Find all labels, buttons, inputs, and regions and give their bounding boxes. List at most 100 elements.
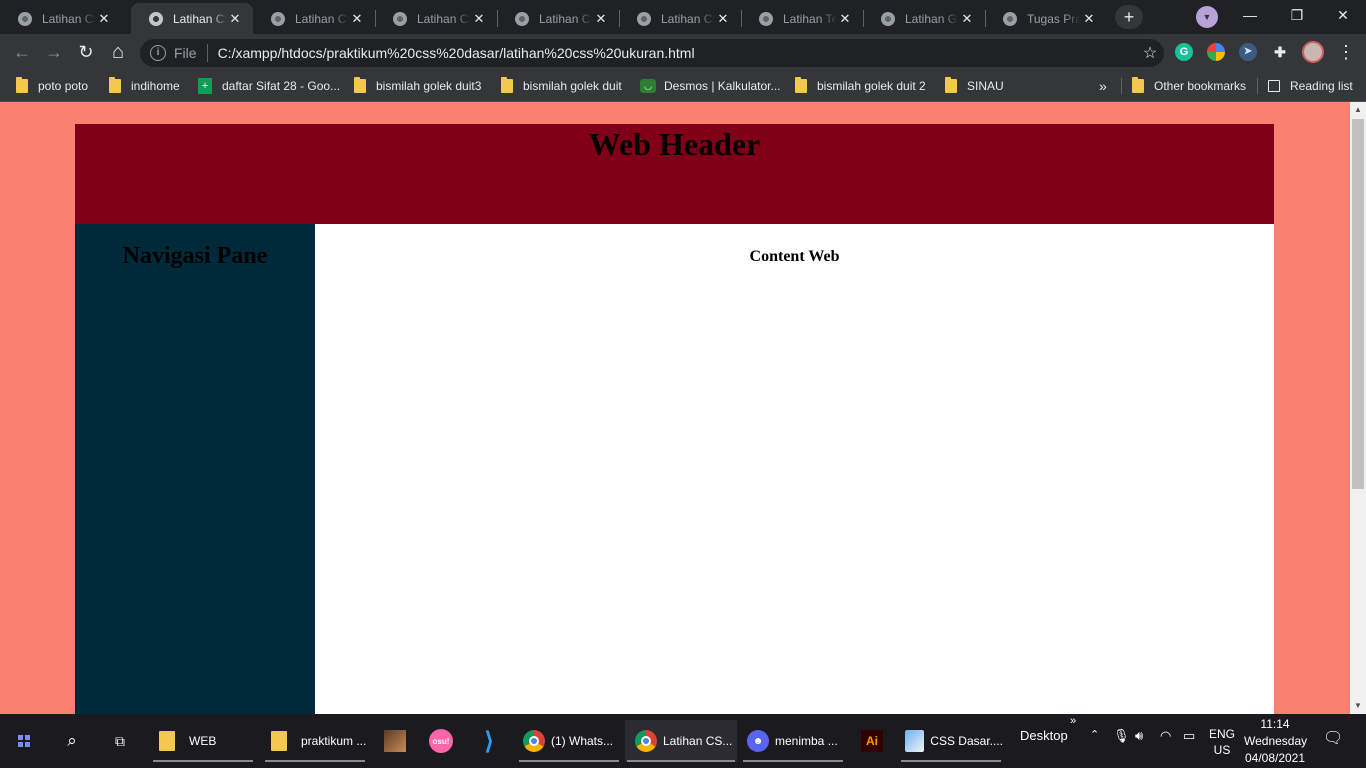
tab-title: Latihan CSS xyxy=(539,11,593,26)
web-header-title: Web Header xyxy=(588,126,761,162)
browser-tab-active[interactable]: Latihan CSS ✕ xyxy=(131,3,253,34)
bookmark-item[interactable]: bismilah golek duit3 xyxy=(354,76,481,96)
extensions-puzzle-icon[interactable]: ✚ xyxy=(1271,43,1289,61)
extension-icon[interactable] xyxy=(1207,43,1225,61)
close-tab-icon[interactable]: ✕ xyxy=(715,11,731,27)
maximize-button[interactable]: ❐ xyxy=(1274,0,1320,30)
grammarly-icon[interactable]: G xyxy=(1175,43,1193,61)
task-view-icon[interactable]: ⧉ xyxy=(108,720,132,762)
wifi-icon[interactable]: ◠ xyxy=(1160,728,1171,744)
clock-time: 11:14 xyxy=(1260,717,1290,731)
desktop-toolbar-label[interactable]: Desktop xyxy=(1020,728,1068,743)
search-icon[interactable]: ⌕ xyxy=(60,720,84,762)
bookmark-item[interactable]: poto poto xyxy=(16,76,88,96)
profile-avatar[interactable] xyxy=(1302,41,1324,63)
start-button[interactable] xyxy=(12,720,36,762)
tab-title: Latihan CSS xyxy=(661,11,715,26)
globe-icon xyxy=(271,11,285,26)
toolbar-overflow-icon[interactable]: » xyxy=(1070,715,1076,727)
browser-tab[interactable]: Latihan CSS ✕ xyxy=(253,3,375,34)
bookmark-item[interactable]: bismilah golek duit xyxy=(501,76,622,96)
taskbar-app-discord[interactable]: ☻ menimba ... xyxy=(741,720,845,762)
close-tab-icon[interactable]: ✕ xyxy=(1081,11,1097,27)
taskbar-vscode-app[interactable]: ⟩ xyxy=(476,720,502,762)
close-window-button[interactable]: ✕ xyxy=(1320,0,1366,30)
close-tab-icon[interactable]: ✕ xyxy=(471,11,487,27)
bookmark-item[interactable]: indihome xyxy=(109,76,180,96)
scroll-down-icon[interactable]: ▼ xyxy=(1350,698,1366,714)
close-tab-icon[interactable]: ✕ xyxy=(227,11,243,27)
clock[interactable]: 11:14 Wednesday 04/08/2021 xyxy=(1244,716,1307,767)
taskbar-app-explorer[interactable]: praktikum ... xyxy=(263,720,367,762)
home-button[interactable]: ⌂ xyxy=(106,40,130,64)
browser-tab[interactable]: Latihan Teks ✕ xyxy=(741,3,863,34)
taskbar-illustrator-app[interactable]: Ai xyxy=(860,720,884,762)
microphone-icon[interactable]: 🎙︎ xyxy=(1113,728,1130,744)
address-bar[interactable]: i File C:/xampp/htdocs/praktikum%20css%2… xyxy=(140,39,1164,67)
taskbar-game-app[interactable] xyxy=(383,720,407,762)
close-tab-icon[interactable]: ✕ xyxy=(96,11,112,27)
bookmark-item[interactable]: bismilah golek duit 2 xyxy=(795,76,926,96)
bookmark-star-icon[interactable]: ☆ xyxy=(1136,43,1164,63)
tab-title: Tugas Praktikum xyxy=(1027,11,1081,26)
globe-icon xyxy=(759,11,773,26)
scroll-up-icon[interactable]: ▲ xyxy=(1350,102,1366,118)
chrome-menu-icon[interactable]: ⋮ xyxy=(1334,40,1358,64)
folder-icon xyxy=(1132,77,1144,93)
content-area: Content Web xyxy=(315,224,1274,714)
chevron-up-icon[interactable]: ⌃ xyxy=(1090,728,1099,741)
tab-strip: Latihan CSS ✕ Latihan CSS ✕ Latihan CSS … xyxy=(0,0,1366,34)
globe-icon xyxy=(637,11,651,26)
new-tab-button[interactable]: + xyxy=(1115,5,1143,29)
taskbar-app-explorer[interactable]: WEB xyxy=(151,720,255,762)
close-tab-icon[interactable]: ✕ xyxy=(593,11,609,27)
reload-button[interactable]: ↻ xyxy=(74,40,98,64)
browser-tab[interactable]: Latihan CSS ✕ xyxy=(619,3,741,34)
navigation-pane-title: Navigasi Pane xyxy=(122,243,268,269)
globe-icon xyxy=(1003,11,1017,26)
close-tab-icon[interactable]: ✕ xyxy=(837,11,853,27)
vscode-icon: ⟩ xyxy=(484,727,494,755)
editor-icon xyxy=(905,730,925,752)
info-icon[interactable]: i xyxy=(150,45,166,61)
browser-tab[interactable]: Tugas Praktikum ✕ xyxy=(985,3,1107,34)
page-scrollbar[interactable]: ▲ ▼ xyxy=(1350,102,1366,714)
close-tab-icon[interactable]: ✕ xyxy=(959,11,975,27)
navigation-pane: Navigasi Pane xyxy=(75,224,315,714)
close-tab-icon[interactable]: ✕ xyxy=(349,11,365,27)
browser-tab[interactable]: Latihan Gambar ✕ xyxy=(863,3,985,34)
bookmarks-overflow-button[interactable]: » xyxy=(1099,76,1107,96)
globe-icon xyxy=(515,11,529,26)
globe-icon xyxy=(18,11,32,26)
region-label: US xyxy=(1213,743,1231,757)
forward-button[interactable]: → xyxy=(42,40,66,64)
bookmark-label: SINAU xyxy=(967,79,1004,93)
reading-list[interactable]: Reading list xyxy=(1268,76,1353,96)
language-indicator[interactable]: ENG US xyxy=(1209,726,1235,758)
content-title: Content Web xyxy=(749,248,840,265)
browser-tab[interactable]: Latihan CSS ✕ xyxy=(375,3,497,34)
taskbar-app-chrome[interactable]: (1) Whats... xyxy=(517,720,621,762)
back-button[interactable]: ← xyxy=(10,40,34,64)
bookmark-item[interactable]: + daftar Sifat 28 - Goo... xyxy=(198,76,340,96)
folder-icon xyxy=(16,77,28,93)
tab-title: Latihan CSS xyxy=(417,11,471,26)
bookmark-item[interactable]: ◡ Desmos | Kalkulator... xyxy=(640,76,781,96)
tab-title: Latihan CSS xyxy=(295,11,349,26)
scroll-thumb[interactable] xyxy=(1352,119,1364,489)
browser-tab[interactable]: Latihan CSS ✕ xyxy=(0,3,122,34)
battery-icon[interactable]: ▭ xyxy=(1183,728,1195,744)
tab-search-icon[interactable]: ▼ xyxy=(1196,6,1218,28)
taskbar-app-editor[interactable]: CSS Dasar.... xyxy=(899,720,1003,762)
bookmark-label: bismilah golek duit3 xyxy=(376,79,482,93)
cursor-extension-icon[interactable]: ➤ xyxy=(1239,43,1257,61)
bookmark-item[interactable]: SINAU xyxy=(945,76,1004,96)
url-text[interactable]: C:/xampp/htdocs/praktikum%20css%20dasar/… xyxy=(218,45,1136,61)
notification-icon[interactable]: 🗨︎ xyxy=(1323,728,1343,748)
taskbar-osu-app[interactable]: osu! xyxy=(429,720,453,762)
volume-icon[interactable]: 🔊︎ xyxy=(1135,728,1143,744)
minimize-button[interactable]: — xyxy=(1227,0,1273,30)
other-bookmarks[interactable]: Other bookmarks xyxy=(1132,76,1246,96)
taskbar-app-chrome-active[interactable]: Latihan CS... xyxy=(625,720,737,762)
browser-tab[interactable]: Latihan CSS ✕ xyxy=(497,3,619,34)
